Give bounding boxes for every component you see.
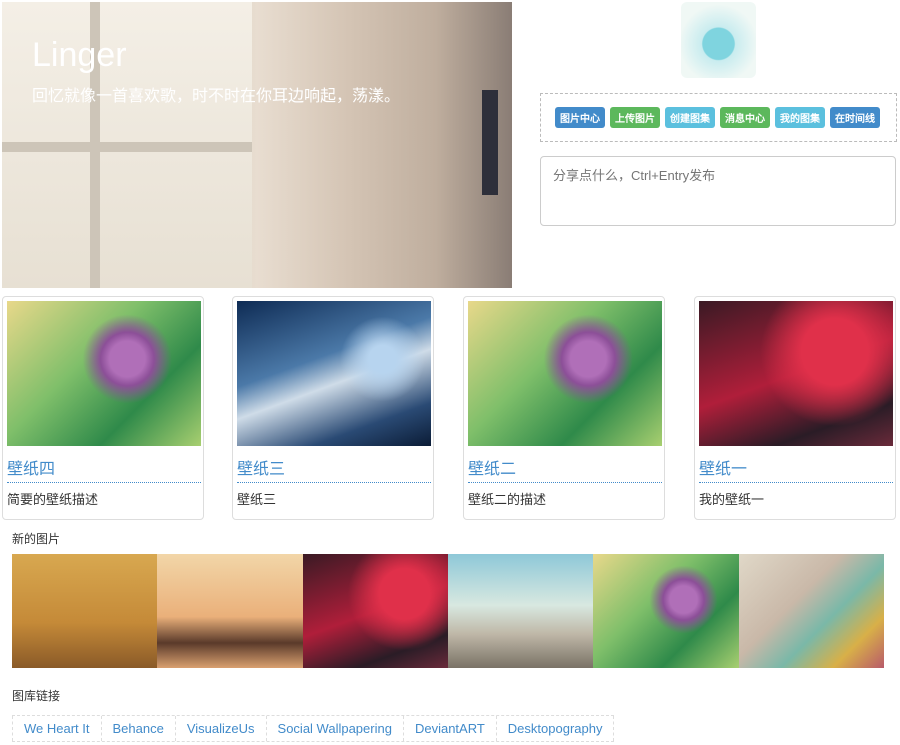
link-visualizeus[interactable]: VisualizeUs <box>174 716 266 741</box>
background-object <box>482 90 498 195</box>
thumbnail[interactable] <box>447 554 594 668</box>
share-input[interactable] <box>540 156 896 226</box>
card-title[interactable]: 壁纸一 <box>699 455 893 483</box>
site-title: Linger <box>32 36 127 74</box>
link-desktopography[interactable]: Desktopography <box>495 716 615 741</box>
site-subtitle: 回忆就像一首喜欢歌，时不时在你耳边响起，荡漾。 <box>32 86 401 105</box>
wallpaper-image[interactable] <box>468 301 662 446</box>
card-title[interactable]: 壁纸二 <box>468 455 662 483</box>
new-images-heading: 新的图片 <box>12 532 61 546</box>
thumbnail[interactable] <box>12 554 158 668</box>
message-center-button[interactable]: 消息中心 <box>720 107 770 128</box>
wallpaper-image[interactable] <box>237 301 431 446</box>
upload-picture-button[interactable]: 上传图片 <box>610 107 660 128</box>
my-albums-button[interactable]: 我的图集 <box>775 107 825 128</box>
thumbnail[interactable] <box>738 554 884 668</box>
card-title[interactable]: 壁纸三 <box>237 455 431 483</box>
link-social-wallpapering[interactable]: Social Wallpapering <box>265 716 403 741</box>
card-description: 壁纸二的描述 <box>468 492 547 507</box>
link-behance[interactable]: Behance <box>100 716 175 741</box>
create-album-button[interactable]: 创建图集 <box>665 107 715 128</box>
wallpaper-card[interactable]: 壁纸一 我的壁纸一 <box>694 296 896 520</box>
wallpaper-card[interactable]: 壁纸三 壁纸三 <box>232 296 434 520</box>
new-images-strip <box>12 554 884 668</box>
link-deviantart[interactable]: DeviantART <box>402 716 496 741</box>
card-description: 我的壁纸一 <box>699 492 765 507</box>
thumbnail[interactable] <box>593 554 739 668</box>
card-description: 简要的壁纸描述 <box>7 492 99 507</box>
nav-button-group: 图片中心 上传图片 创建图集 消息中心 我的图集 在时间线 <box>540 93 897 142</box>
timeline-button[interactable]: 在时间线 <box>830 107 880 128</box>
link-we-heart-it[interactable]: We Heart It <box>12 716 101 741</box>
hero-banner: Linger 回忆就像一首喜欢歌，时不时在你耳边响起，荡漾。 <box>2 2 512 288</box>
wallpaper-card[interactable]: 壁纸四 简要的壁纸描述 <box>2 296 204 520</box>
wallpaper-card[interactable]: 壁纸二 壁纸二的描述 <box>463 296 665 520</box>
gallery-links-heading: 图库链接 <box>12 689 61 703</box>
wallpaper-image[interactable] <box>7 301 201 446</box>
gallery-links: We Heart It Behance VisualizeUs Social W… <box>12 715 615 742</box>
wallpaper-image[interactable] <box>699 301 893 446</box>
card-description: 壁纸三 <box>237 492 277 507</box>
card-title[interactable]: 壁纸四 <box>7 455 201 483</box>
thumbnail[interactable] <box>157 554 303 668</box>
thumbnail[interactable] <box>302 554 448 668</box>
picture-center-button[interactable]: 图片中心 <box>555 107 605 128</box>
avatar[interactable] <box>681 2 756 78</box>
